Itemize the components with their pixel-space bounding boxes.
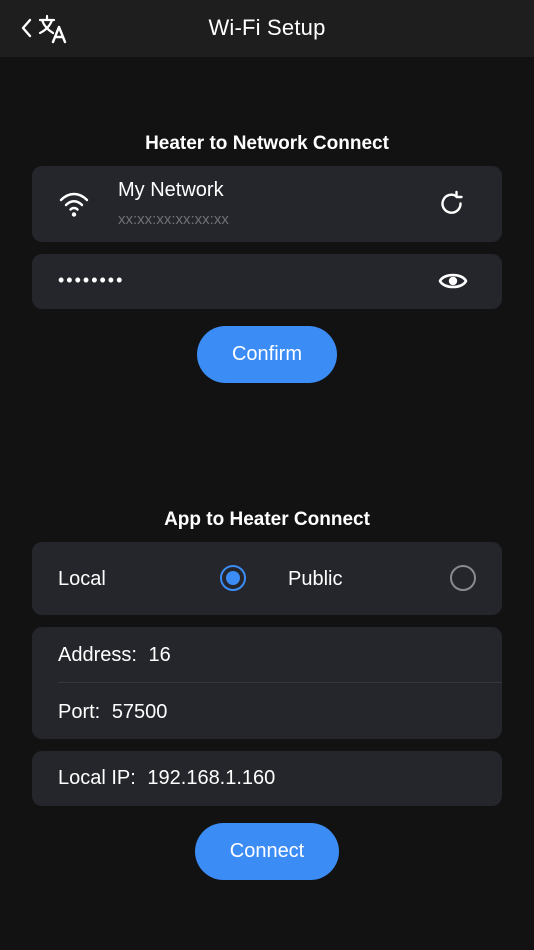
- address-value: 16: [148, 644, 171, 666]
- port-label: Port:: [58, 701, 101, 723]
- address-port-card: Address: 16 Port: 57500: [32, 627, 502, 739]
- local-option-label: Local: [58, 568, 106, 590]
- connection-mode-card: Local Public: [32, 542, 502, 615]
- network-name: My Network: [118, 179, 224, 201]
- local-radio[interactable]: [220, 565, 246, 591]
- address-row[interactable]: Address: 16: [58, 644, 171, 667]
- app-section-title: App to Heater Connect: [164, 509, 370, 530]
- port-row[interactable]: Port: 57500: [58, 701, 167, 724]
- wifi-icon: [59, 192, 89, 217]
- confirm-button[interactable]: Confirm: [197, 326, 337, 383]
- local-ip-value: 192.168.1.160: [147, 767, 276, 789]
- public-option-label: Public: [288, 568, 343, 590]
- top-bar: Wi-Fi Setup: [0, 0, 534, 57]
- port-value: 57500: [111, 701, 168, 723]
- public-radio[interactable]: [450, 565, 476, 591]
- divider: [58, 682, 502, 683]
- refresh-icon[interactable]: [438, 190, 466, 218]
- address-label: Address:: [58, 644, 137, 666]
- password-field[interactable]: ••••••••: [32, 254, 502, 309]
- eye-icon[interactable]: [438, 268, 468, 294]
- network-card[interactable]: My Network xx:xx:xx:xx:xx:xx: [32, 166, 502, 242]
- connect-button[interactable]: Connect: [195, 823, 339, 880]
- local-ip-row: Local IP: 192.168.1.160: [58, 767, 275, 790]
- local-ip-card: Local IP: 192.168.1.160: [32, 751, 502, 806]
- network-mac: xx:xx:xx:xx:xx:xx: [118, 211, 229, 228]
- network-section-title: Heater to Network Connect: [145, 133, 389, 154]
- password-value: ••••••••: [58, 270, 125, 290]
- local-ip-label: Local IP:: [58, 767, 136, 789]
- page-title: Wi-Fi Setup: [208, 15, 326, 40]
